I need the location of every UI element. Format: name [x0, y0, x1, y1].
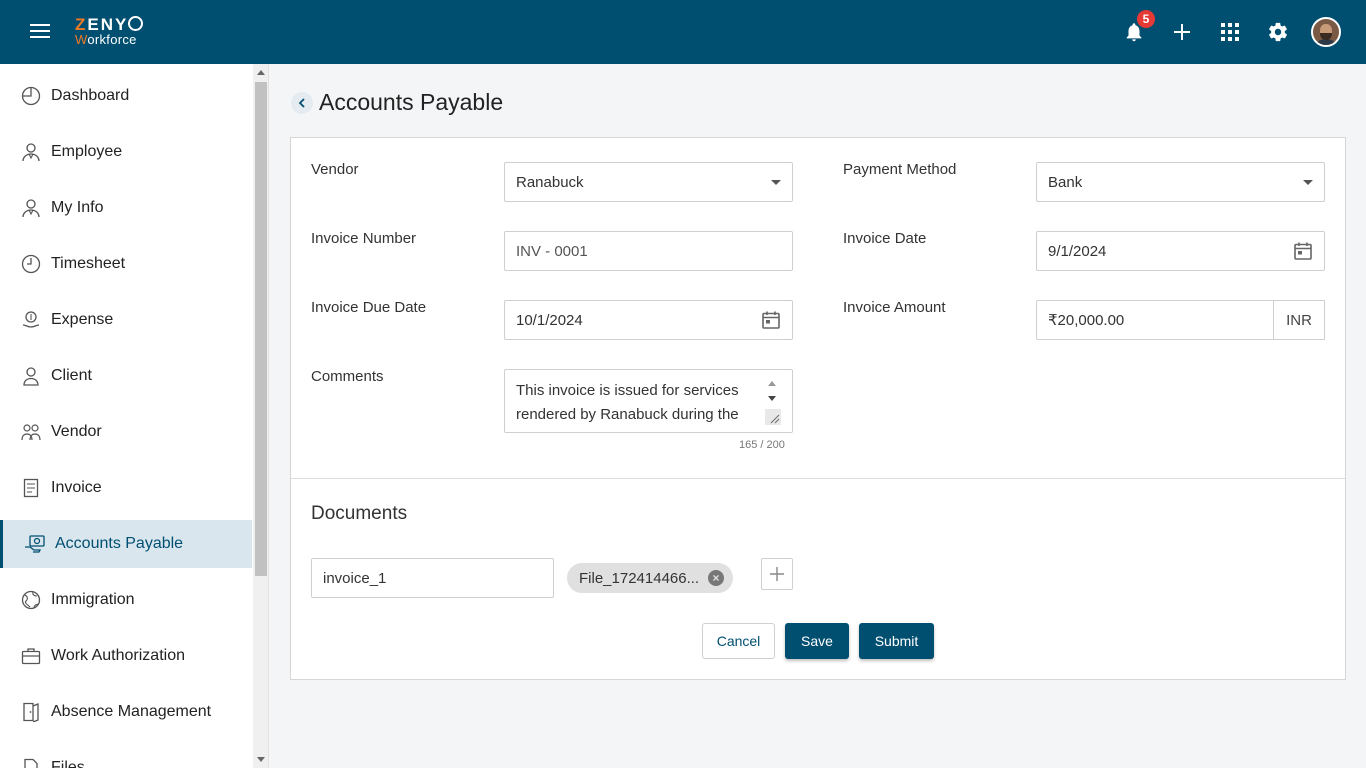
payment-method-label: Payment Method	[843, 161, 957, 178]
sidebar-item-label: Timesheet	[51, 255, 126, 272]
client-icon	[20, 365, 42, 387]
sidebar-item-immigration[interactable]: Immigration	[0, 576, 252, 624]
sidebar-item-label: Vendor	[51, 423, 102, 440]
chevron-down-icon	[771, 179, 781, 185]
gear-icon[interactable]	[1264, 18, 1292, 46]
document-name-value: invoice_1	[323, 569, 387, 587]
clock-icon	[20, 253, 42, 275]
invoice-icon	[20, 477, 42, 499]
calendar-icon[interactable]	[1293, 241, 1313, 261]
plus-icon	[770, 567, 784, 581]
dashboard-icon	[20, 85, 42, 107]
sidebar-item-timesheet[interactable]: Timesheet	[0, 240, 252, 288]
scroll-up-arrow[interactable]	[257, 70, 265, 75]
sidebar-item-label: Employee	[51, 143, 123, 160]
top-bar: ZENY Workforce 5	[0, 0, 1366, 64]
scrollbar-thumb[interactable]	[255, 82, 267, 576]
comments-label: Comments	[311, 368, 384, 385]
scroll-down-arrow[interactable]	[257, 757, 265, 762]
sidebar-item-label: Files	[51, 759, 85, 768]
form-card	[290, 137, 1346, 680]
invoice-number-value: INV - 0001	[516, 242, 588, 260]
sidebar-item-label: Expense	[51, 311, 114, 328]
sidebar-item-expense[interactable]: Expense	[0, 296, 252, 344]
payment-method-select[interactable]: Bank	[1036, 162, 1325, 202]
invoice-amount-label: Invoice Amount	[843, 299, 946, 316]
sidebar-item-label: Work Authorization	[51, 647, 185, 664]
section-divider	[291, 478, 1345, 479]
submit-button[interactable]: Submit	[859, 623, 934, 659]
plus-icon[interactable]	[1168, 18, 1196, 46]
invoice-date-input[interactable]: 9/1/2024	[1036, 231, 1325, 271]
comments-textarea[interactable]: This invoice is issued for services rend…	[504, 369, 793, 433]
files-icon	[20, 757, 42, 768]
currency-addon: INR	[1273, 300, 1325, 340]
invoice-amount-value: ₹20,000.00	[1048, 312, 1125, 329]
sidebar-item-my-info[interactable]: My Info	[0, 184, 252, 232]
briefcase-icon	[20, 645, 42, 667]
sidebar-item-label: Client	[51, 367, 92, 384]
calendar-icon[interactable]	[761, 310, 781, 330]
accounts-payable-icon	[24, 533, 46, 555]
sidebar-item-accounts-payable[interactable]: Accounts Payable	[0, 520, 252, 568]
back-button[interactable]	[291, 92, 313, 114]
chevron-left-icon	[298, 98, 305, 108]
vendor-select[interactable]: Ranabuck	[504, 162, 793, 202]
vendor-icon	[20, 421, 42, 443]
close-icon[interactable]: ×	[708, 570, 724, 586]
vendor-label: Vendor	[311, 161, 359, 178]
sidebar-item-invoice[interactable]: Invoice	[0, 464, 252, 512]
chevron-down-icon	[1303, 179, 1313, 185]
sidebar-item-absence-management[interactable]: Absence Management	[0, 688, 252, 736]
notification-badge: 5	[1135, 8, 1157, 30]
invoice-number-input[interactable]: INV - 0001	[504, 231, 793, 271]
expense-icon	[20, 309, 42, 331]
document-name-input[interactable]: invoice_1	[311, 558, 554, 598]
sidebar-item-label: Absence Management	[51, 703, 212, 720]
sidebar-item-dashboard[interactable]: Dashboard	[0, 72, 252, 120]
door-exit-icon	[20, 701, 42, 723]
sidebar: Dashboard Employee My Info Timesheet Exp…	[0, 64, 253, 768]
invoice-amount-input[interactable]: ₹20,000.00	[1036, 300, 1274, 340]
sidebar-scrollbar[interactable]	[253, 64, 269, 768]
save-button[interactable]: Save	[785, 623, 849, 659]
payment-method-value: Bank	[1048, 173, 1083, 191]
invoice-due-date-value: 10/1/2024	[516, 311, 583, 329]
employee-icon	[20, 141, 42, 163]
app-logo[interactable]: ZENY Workforce	[75, 16, 144, 47]
comments-char-counter: 165 / 200	[739, 439, 785, 451]
sidebar-item-files[interactable]: Files	[0, 744, 252, 768]
my-info-icon	[20, 197, 42, 219]
vendor-value: Ranabuck	[516, 173, 584, 191]
file-chip[interactable]: File_172414466... ×	[567, 563, 733, 593]
page-title: Accounts Payable	[319, 89, 504, 115]
invoice-number-label: Invoice Number	[311, 230, 417, 247]
sidebar-item-work-authorization[interactable]: Work Authorization	[0, 632, 252, 680]
sidebar-item-label: Immigration	[51, 591, 135, 608]
sidebar-item-label: My Info	[51, 199, 104, 216]
documents-title: Documents	[311, 503, 408, 524]
sidebar-item-label: Dashboard	[51, 87, 130, 104]
menu-icon[interactable]	[30, 24, 50, 40]
sidebar-item-label: Invoice	[51, 479, 102, 496]
sidebar-item-label: Accounts Payable	[55, 535, 184, 552]
invoice-due-date-input[interactable]: 10/1/2024	[504, 300, 793, 340]
resize-handle-icon[interactable]	[765, 409, 781, 425]
sidebar-item-vendor[interactable]: Vendor	[0, 408, 252, 456]
file-chip-label: File_172414466...	[579, 569, 700, 587]
sidebar-item-client[interactable]: Client	[0, 352, 252, 400]
invoice-date-label: Invoice Date	[843, 230, 927, 247]
invoice-date-value: 9/1/2024	[1048, 242, 1107, 260]
textarea-scrollbar[interactable]	[764, 377, 781, 425]
invoice-due-date-label: Invoice Due Date	[311, 299, 427, 316]
add-document-button[interactable]	[761, 558, 793, 590]
globe-icon	[20, 589, 42, 611]
apps-grid-icon[interactable]	[1216, 18, 1244, 46]
avatar[interactable]	[1311, 17, 1341, 47]
sidebar-item-employee[interactable]: Employee	[0, 128, 252, 176]
cancel-button[interactable]: Cancel	[702, 623, 775, 659]
